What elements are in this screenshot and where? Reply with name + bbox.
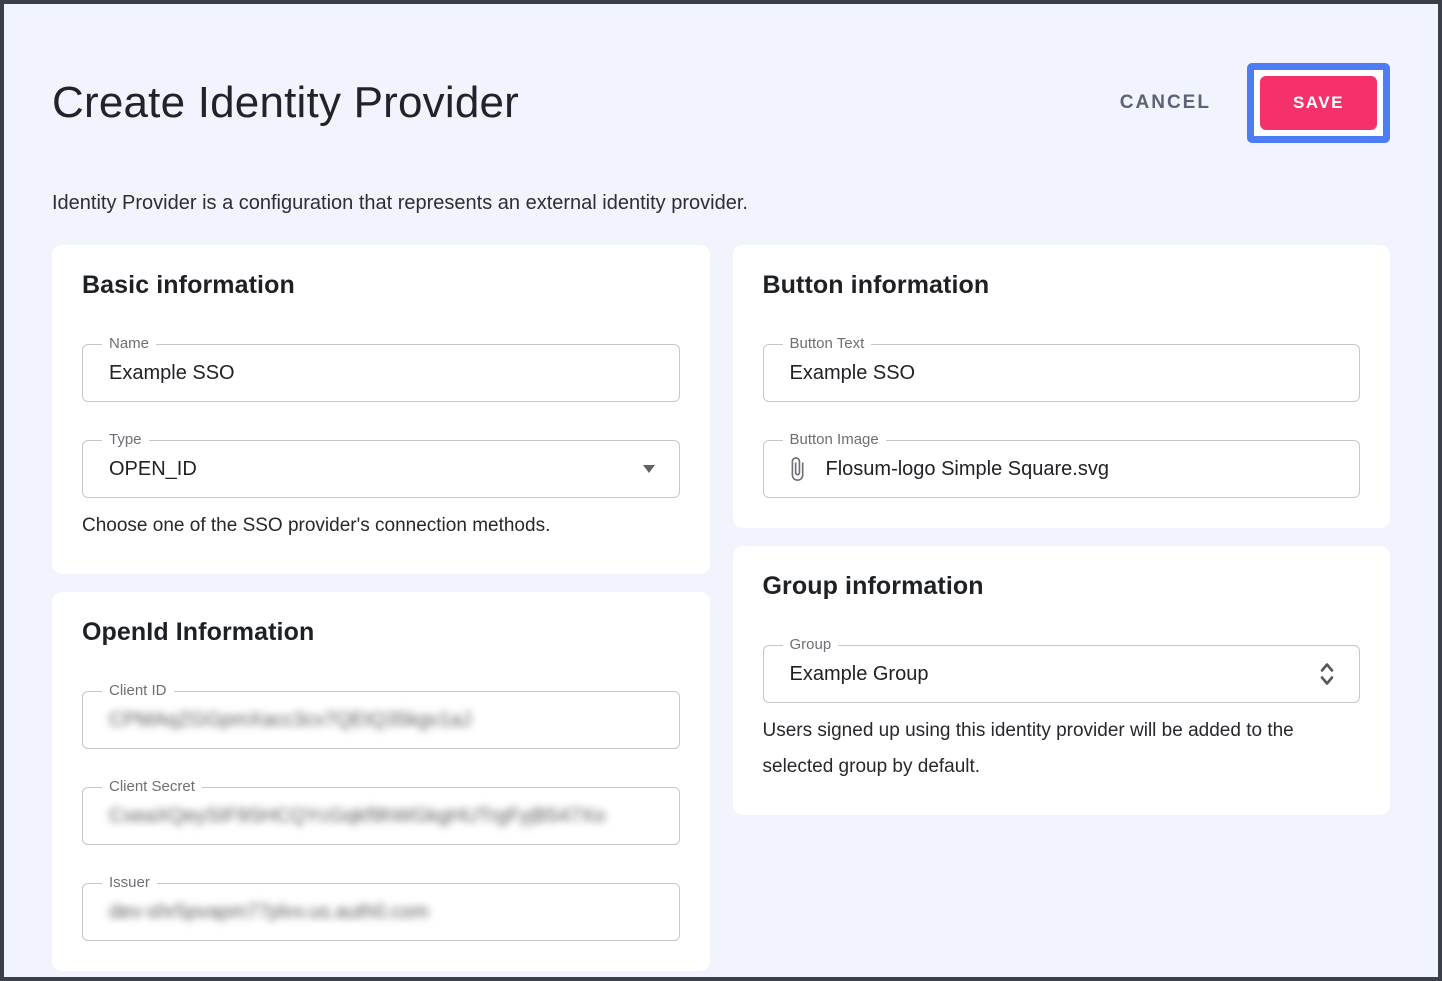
group-helper-text: Users signed up using this identity prov… [763, 713, 1361, 785]
group-select[interactable]: Group Example Group [763, 645, 1361, 703]
group-information-title: Group information [763, 572, 1361, 601]
client-secret-field-label: Client Secret [102, 777, 202, 797]
paperclip-icon [784, 453, 810, 485]
button-text-field[interactable]: Button Text Example SSO [763, 344, 1361, 402]
client-secret-field[interactable]: Client Secret CxeaXQeySIF9SHCQYcGqkf9hWG… [82, 787, 680, 845]
button-text-field-value: Example SSO [790, 362, 916, 385]
type-select-value: OPEN_ID [109, 458, 197, 481]
button-information-title: Button information [763, 271, 1361, 300]
left-column: Basic information Name Example SSO Type … [52, 245, 710, 971]
create-identity-provider-page: Create Identity Provider CANCEL SAVE Ide… [4, 60, 1438, 971]
save-button[interactable]: SAVE [1260, 76, 1377, 130]
save-button-highlight: SAVE [1247, 63, 1390, 143]
type-helper-text: Choose one of the SSO provider's connect… [82, 508, 680, 544]
type-select[interactable]: Type OPEN_ID [82, 440, 680, 498]
group-select-value: Example Group [790, 663, 929, 686]
openid-information-card: OpenId Information Client ID CPMAqZGGpmX… [52, 592, 710, 971]
form-grid: Basic information Name Example SSO Type … [52, 245, 1390, 971]
client-secret-field-value: CxeaXQeySIF9SHCQYcGqkf9hWGkgHUTrgFyjB547… [109, 805, 605, 828]
basic-information-card: Basic information Name Example SSO Type … [52, 245, 710, 574]
name-field-label: Name [102, 334, 156, 354]
unfold-more-icon [1319, 661, 1335, 687]
issuer-field[interactable]: Issuer dev-shr5pvapm77plvv.us.auth0.com [82, 883, 680, 941]
page-description: Identity Provider is a configuration tha… [52, 192, 1390, 215]
page-header: Create Identity Provider CANCEL SAVE [52, 60, 1390, 146]
button-image-field[interactable]: Button Image Flosum-logo Simple Square.s… [763, 440, 1361, 498]
name-field-value: Example SSO [109, 362, 235, 385]
client-id-field-value: CPMAqZGGpmXacc3cv7QEtQ35kgv1aJ [109, 709, 471, 732]
right-column: Button information Button Text Example S… [733, 245, 1391, 815]
basic-information-title: Basic information [82, 271, 680, 300]
issuer-field-label: Issuer [102, 873, 157, 893]
button-image-field-label: Button Image [783, 430, 886, 450]
name-field[interactable]: Name Example SSO [82, 344, 680, 402]
cancel-button[interactable]: CANCEL [1114, 82, 1217, 124]
button-text-field-label: Button Text [783, 334, 872, 354]
button-image-field-value: Flosum-logo Simple Square.svg [826, 458, 1109, 481]
client-id-field[interactable]: Client ID CPMAqZGGpmXacc3cv7QEtQ35kgv1aJ [82, 691, 680, 749]
page-title: Create Identity Provider [52, 78, 519, 128]
openid-information-title: OpenId Information [82, 618, 680, 647]
dropdown-arrow-icon [643, 465, 655, 473]
type-select-label: Type [102, 430, 149, 450]
header-actions: CANCEL SAVE [1114, 63, 1390, 143]
client-id-field-label: Client ID [102, 681, 174, 701]
issuer-field-value: dev-shr5pvapm77plvv.us.auth0.com [109, 901, 429, 924]
group-select-label: Group [783, 635, 839, 655]
group-information-card: Group information Group Example Group Us… [733, 546, 1391, 815]
button-information-card: Button information Button Text Example S… [733, 245, 1391, 528]
